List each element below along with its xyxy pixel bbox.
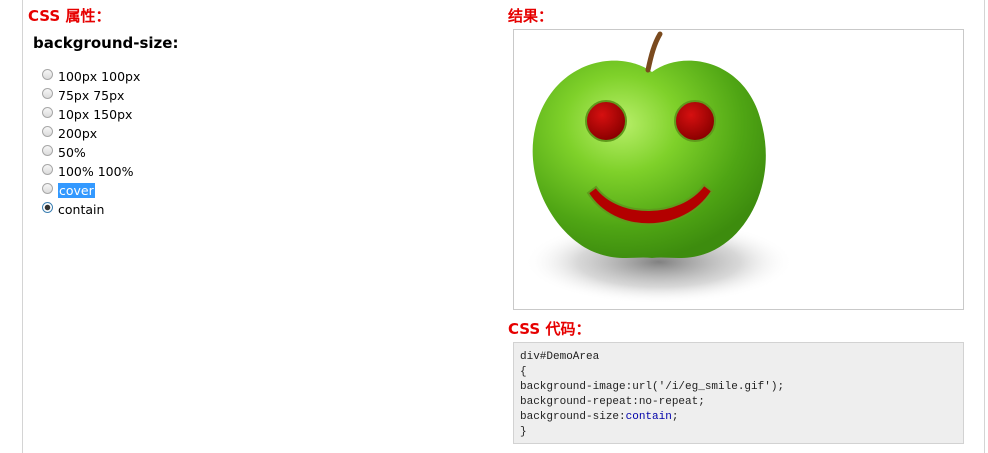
- left-eye: [585, 100, 627, 142]
- right-eye: [674, 100, 716, 142]
- code-line-suffix: ;: [671, 411, 679, 423]
- option-50-percent[interactable]: 50%: [42, 143, 140, 162]
- property-heading: background-size:: [33, 34, 179, 52]
- css-code-block: div#DemoArea { background-image:url('/i/…: [513, 342, 964, 444]
- apple-body: [532, 60, 766, 258]
- radio-button-checked[interactable]: [42, 202, 53, 213]
- left-border: [22, 0, 23, 453]
- css-properties-title: CSS 属性：: [28, 7, 111, 25]
- radio-button[interactable]: [42, 145, 53, 156]
- apple-stem: [645, 31, 663, 73]
- radio-button[interactable]: [42, 183, 53, 194]
- option-label[interactable]: 75px 75px: [58, 88, 124, 103]
- option-label[interactable]: 50%: [58, 145, 86, 160]
- option-label[interactable]: 100% 100%: [58, 164, 133, 179]
- result-title: 结果：: [508, 7, 554, 25]
- code-line-prefix: background-size:: [520, 411, 626, 423]
- option-label[interactable]: 200px: [58, 126, 97, 141]
- option-list: 100px 100px 75px 75px 10px 150px 200px 5…: [42, 67, 140, 219]
- code-line: background-repeat:no-repeat;: [520, 396, 705, 408]
- code-line: background-image:url('/i/eg_smile.gif');: [520, 381, 785, 393]
- radio-button[interactable]: [42, 164, 53, 175]
- radio-button[interactable]: [42, 69, 53, 80]
- code-line: }: [520, 426, 527, 438]
- option-200px[interactable]: 200px: [42, 124, 140, 143]
- option-10px-150px[interactable]: 10px 150px: [42, 105, 140, 124]
- apple-smiley-image: [524, 31, 794, 304]
- option-100px-100px[interactable]: 100px 100px: [42, 67, 140, 86]
- radio-button[interactable]: [42, 88, 53, 99]
- option-cover[interactable]: cover: [42, 181, 140, 200]
- option-label[interactable]: 100px 100px: [58, 69, 140, 84]
- option-label[interactable]: contain: [58, 202, 104, 217]
- css-code-title: CSS 代码：: [508, 320, 591, 338]
- right-border: [984, 0, 985, 453]
- demo-area: [513, 29, 964, 310]
- option-label[interactable]: cover: [58, 183, 95, 198]
- option-75px-75px[interactable]: 75px 75px: [42, 86, 140, 105]
- option-contain[interactable]: contain: [42, 200, 140, 219]
- radio-button[interactable]: [42, 126, 53, 137]
- option-label[interactable]: 10px 150px: [58, 107, 132, 122]
- code-value: contain: [625, 411, 672, 423]
- code-line: div#DemoArea: [520, 351, 600, 363]
- code-line: {: [520, 366, 527, 378]
- radio-button[interactable]: [42, 107, 53, 118]
- option-100-percent[interactable]: 100% 100%: [42, 162, 140, 181]
